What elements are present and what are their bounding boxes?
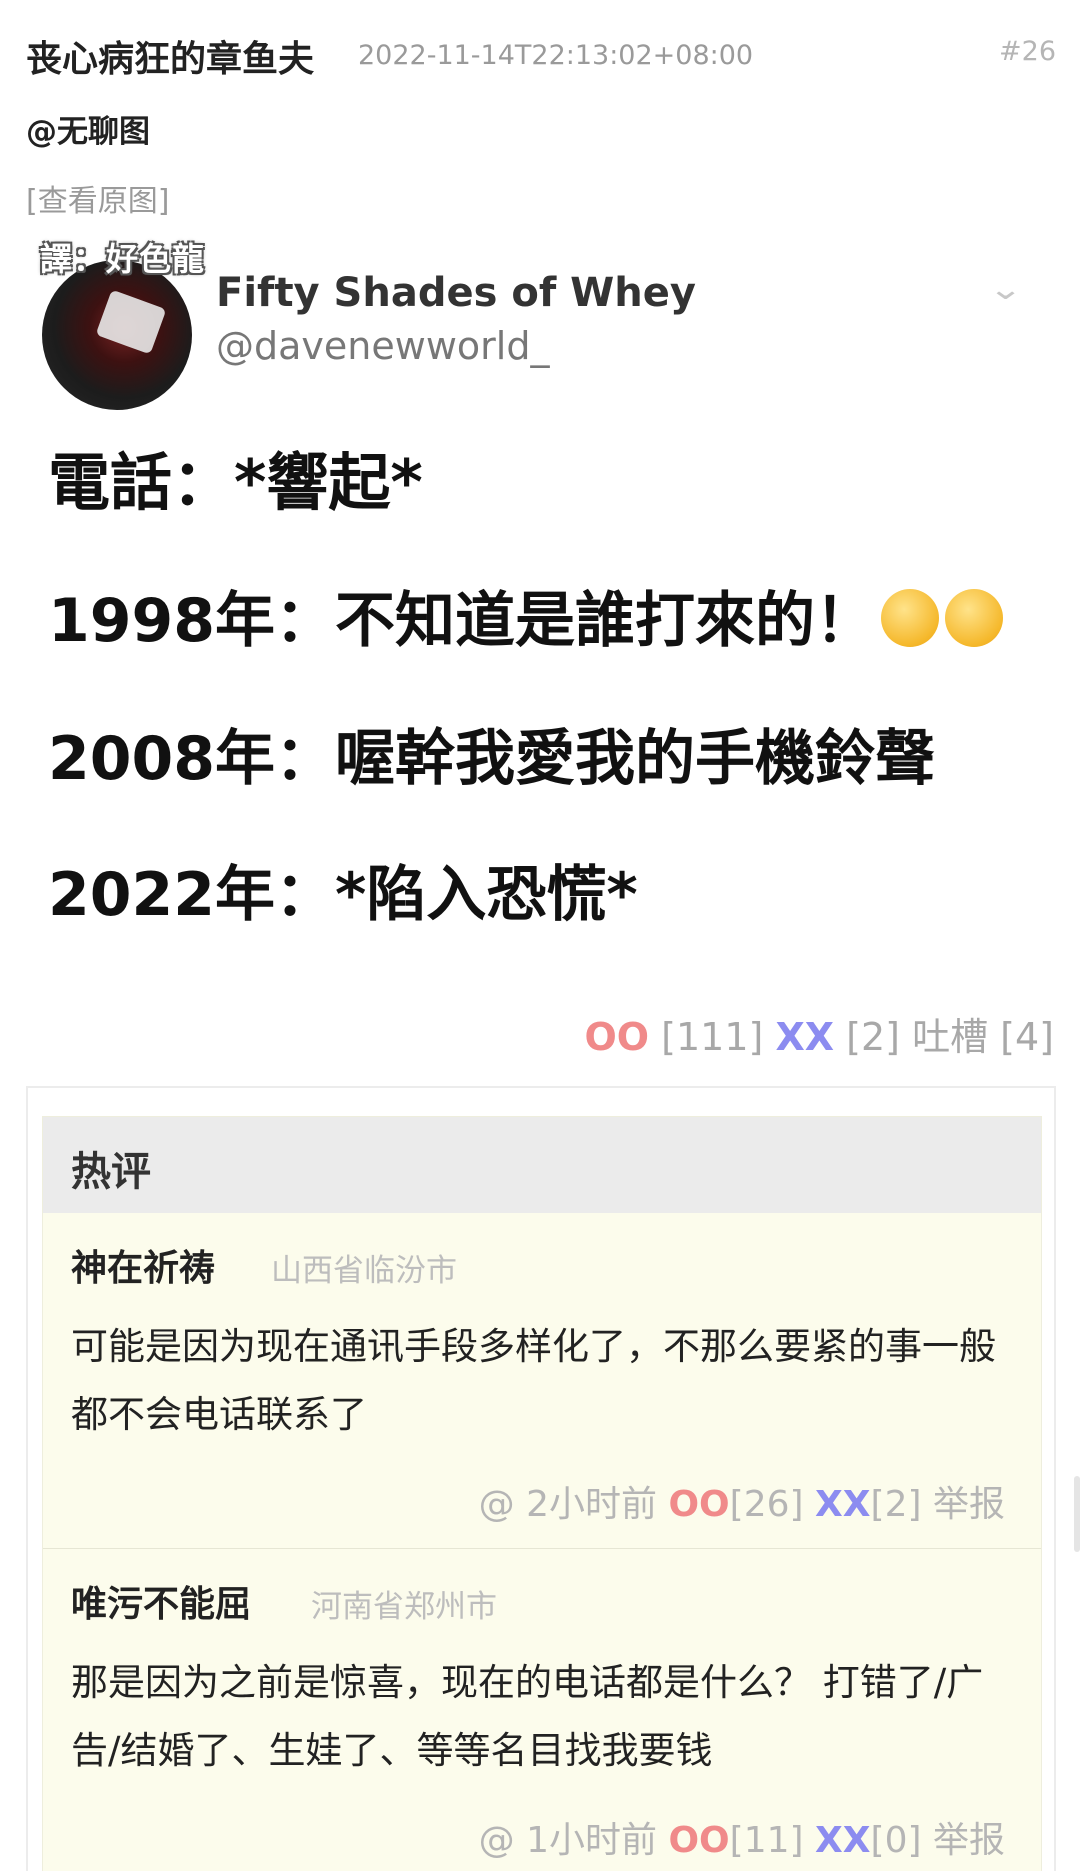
tweet-display-name: Fifty Shades of Whey [216, 270, 696, 316]
tucao-button[interactable]: 吐槽 [912, 1015, 988, 1059]
avatar [42, 260, 192, 410]
smiley-emoji-icon [945, 589, 1003, 648]
comment-oo-count: [26] [729, 1484, 804, 1525]
comment-xx-count: [0] [870, 1820, 922, 1861]
comment-time: 1小时前 [526, 1820, 657, 1861]
translator-watermark: 譯：好色龍 [40, 240, 206, 278]
tweet-line: 電話：*響起* [48, 446, 423, 519]
post-timestamp: 2022-11-14T22:13:02+08:00 [358, 40, 754, 71]
hot-comments-panel: 热评 神在祈祷 山西省临汾市 可能是因为现在通讯手段多样化了，不那么要紧的事一般… [26, 1086, 1056, 1871]
report-button[interactable]: 举报 [933, 1484, 1005, 1525]
tweet-line: 2022年：*陷入恐慌* [48, 860, 638, 930]
comment-item: 唯污不能屈 河南省郑州市 那是因为之前是惊喜，现在的电话都是什么？ 打错了/广告… [43, 1549, 1041, 1871]
tweet-line: 2008年：喔幹我愛我的手機鈴聲 [48, 724, 935, 794]
post-mention: @无聊图 [26, 114, 150, 150]
comment-oo-button[interactable]: OO [668, 1484, 729, 1525]
comment-meta: @ 1小时前 OO[11] XX[0] 举报 [479, 1811, 1005, 1863]
hot-comments-list: 热评 神在祈祷 山西省临汾市 可能是因为现在通讯手段多样化了，不那么要紧的事一般… [42, 1116, 1042, 1871]
comment-xx-button[interactable]: XX [815, 1820, 871, 1861]
comment-location: 山西省临汾市 [271, 1253, 457, 1289]
comment-meta: @ 2小时前 OO[26] XX[2] 举报 [479, 1475, 1005, 1527]
post-author[interactable]: 丧心病狂的章鱼夫 [26, 30, 314, 82]
comment-item: 神在祈祷 山西省临汾市 可能是因为现在通讯手段多样化了，不那么要紧的事一般都不会… [43, 1213, 1041, 1549]
report-button[interactable]: 举报 [933, 1820, 1005, 1861]
tweet-handle: @davenewworld_ [216, 324, 550, 368]
comment-author[interactable]: 神在祈祷 [71, 1239, 215, 1291]
comment-text: 那是因为之前是惊喜，现在的电话都是什么？ 打错了/广告/结婚了、生娃了、等等名目… [71, 1661, 984, 1772]
post-header: 丧心病狂的章鱼夫 2022-11-14T22:13:02+08:00 #26 [26, 24, 1056, 84]
comment-author[interactable]: 唯污不能屈 [71, 1575, 251, 1627]
view-original-link[interactable]: [查看原图] [26, 176, 169, 220]
comment-time: 2小时前 [526, 1484, 657, 1525]
hot-comments-title: 热评 [43, 1117, 1041, 1213]
tweet-line: 1998年：不知道是誰打來的！ [48, 572, 1003, 659]
post-number[interactable]: #26 [999, 36, 1056, 67]
xx-count: [2] [846, 1015, 900, 1059]
smiley-emoji-icon [881, 589, 939, 648]
oo-count: [111] [661, 1015, 764, 1059]
xx-vote-button[interactable]: XX [775, 1015, 834, 1059]
comment-text: 可能是因为现在通讯手段多样化了，不那么要紧的事一般都不会电话联系了 [71, 1325, 996, 1436]
reply-button[interactable]: @ [479, 1484, 515, 1525]
vote-bar: OO [111] XX [2] 吐槽 [4] [584, 1006, 1054, 1061]
comment-xx-count: [2] [870, 1484, 922, 1525]
reply-button[interactable]: @ [479, 1820, 515, 1861]
post-image[interactable]: 譯：好色龍 Fifty Shades of Whey @davenewworld… [28, 232, 1060, 952]
comment-xx-button[interactable]: XX [815, 1484, 871, 1525]
oo-vote-button[interactable]: OO [584, 1015, 649, 1059]
chevron-down-icon: ⌄ [987, 272, 1024, 307]
comment-oo-button[interactable]: OO [668, 1820, 729, 1861]
comment-oo-count: [11] [729, 1820, 804, 1861]
comment-location: 河南省郑州市 [311, 1589, 497, 1625]
tucao-count: [4] [1000, 1015, 1054, 1059]
scrollbar-thumb[interactable] [1074, 1476, 1080, 1552]
